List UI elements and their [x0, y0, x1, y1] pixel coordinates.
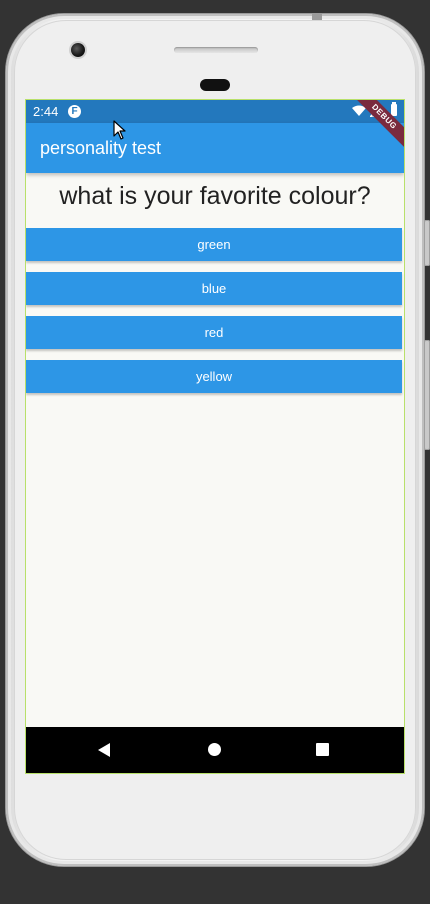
- navigation-bar: [26, 727, 404, 773]
- question-text: what is your favorite colour?: [59, 182, 371, 210]
- answer-button-green[interactable]: green: [26, 228, 402, 261]
- flutter-notification-icon: F: [68, 105, 81, 118]
- mouse-cursor-icon: [113, 120, 126, 140]
- answer-button-blue[interactable]: blue: [26, 272, 402, 305]
- phone-volume-button: [424, 340, 430, 450]
- answer-button-yellow[interactable]: yellow: [26, 360, 402, 393]
- speaker-grille: [174, 47, 258, 53]
- answer-button-red[interactable]: red: [26, 316, 402, 349]
- recents-icon[interactable]: [316, 743, 329, 756]
- home-icon[interactable]: [208, 743, 221, 756]
- phone-power-button: [424, 220, 430, 266]
- front-camera: [71, 43, 85, 57]
- status-time: 2:44: [33, 104, 59, 119]
- app-title: personality test: [40, 138, 162, 158]
- phone-top-button: [312, 14, 322, 20]
- earpiece: [200, 79, 230, 91]
- status-bar: 2:44 F: [26, 100, 404, 123]
- app-bar: personality test: [26, 123, 404, 173]
- back-icon[interactable]: [98, 743, 110, 757]
- device-screen: 2:44 F DEBUG personality test what is yo…: [26, 100, 404, 773]
